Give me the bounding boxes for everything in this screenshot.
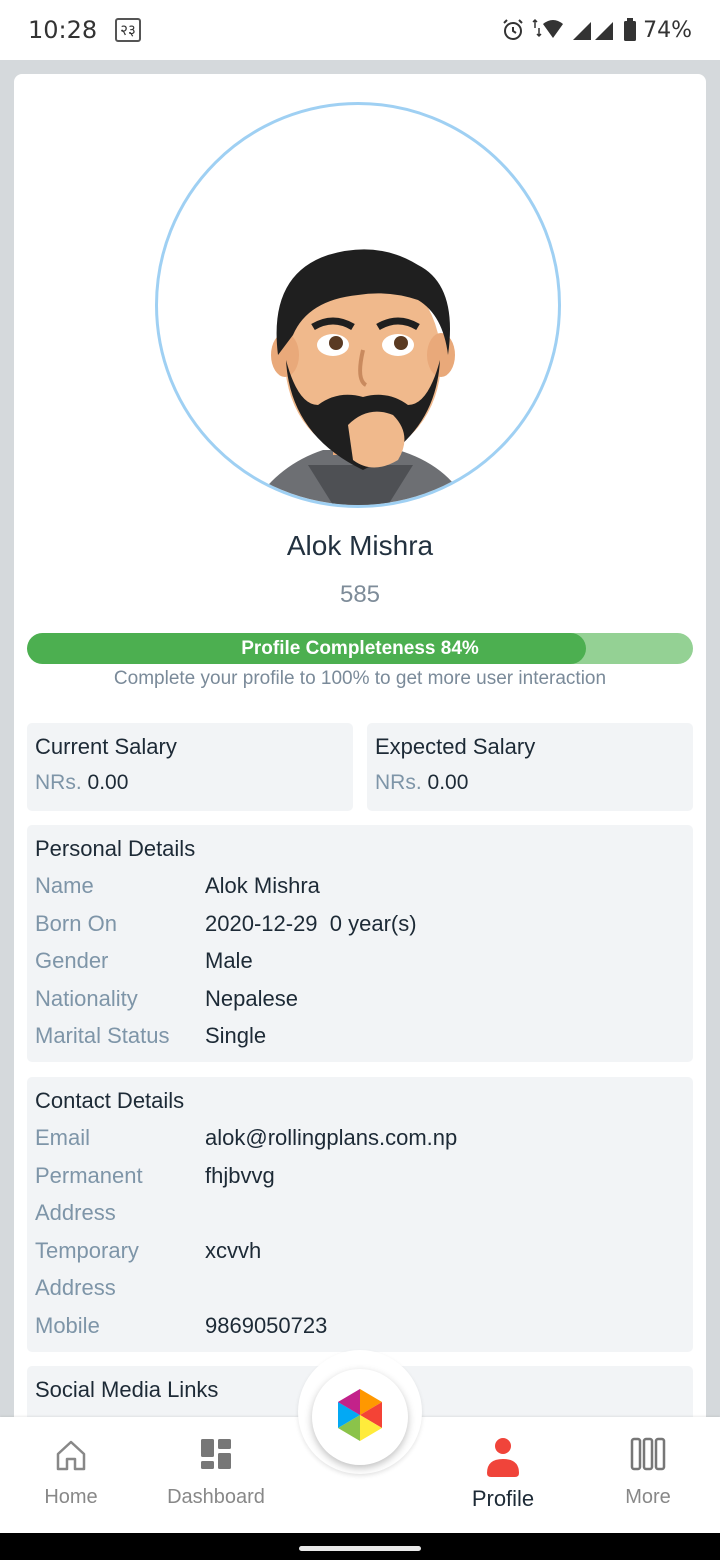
personal-row-gender: Gender Male — [35, 942, 685, 980]
profile-completeness-bar: Profile Completeness 84% — [27, 633, 693, 664]
nav-more[interactable]: More — [588, 1417, 708, 1533]
profile-completeness-hint: Complete your profile to 100% to get mor… — [113, 668, 607, 689]
contact-label-email: Email — [35, 1125, 91, 1150]
expected-salary-box[interactable]: Expected Salary NRs. 0.00 — [367, 723, 693, 811]
contact-label-permanent-line2: Address — [35, 1200, 116, 1225]
contact-label-temporary-line1: Temporary — [35, 1237, 139, 1263]
contact-row-email: Email alok@rollingplans.com.np — [35, 1119, 685, 1157]
status-bar: 10:28 २३ 74% — [0, 0, 720, 60]
personal-row-born: Born On 2020-12-29 0 year(s) — [35, 905, 685, 943]
contact-details-title: Contact Details — [35, 1088, 185, 1113]
profile-completeness-label: Profile Completeness 84% — [241, 638, 479, 659]
expected-salary-currency: NRs. — [375, 771, 422, 794]
current-salary-currency: NRs. — [35, 771, 82, 794]
personal-row-marital: Marital Status Single — [35, 1017, 685, 1055]
contact-row-mobile: Mobile 9869050723 — [35, 1307, 685, 1345]
personal-label-born: Born On — [35, 910, 117, 936]
system-navigation-bar — [0, 1533, 720, 1560]
personal-details-box[interactable]: Personal Details Name Alok Mishra Born O… — [27, 825, 693, 1062]
person-icon — [485, 1437, 521, 1482]
home-icon — [53, 1437, 89, 1478]
contact-label-permanent-line1: Permanent — [35, 1162, 143, 1188]
current-salary-value: NRs. 0.00 — [35, 771, 345, 795]
expected-salary-value: NRs. 0.00 — [375, 771, 685, 795]
personal-label-marital: Marital Status — [35, 1023, 170, 1048]
personal-value-nationality: Nepalese — [205, 985, 298, 1011]
contact-value-mobile[interactable]: 9869050723 — [205, 1307, 327, 1345]
personal-row-nationality: Nationality Nepalese — [35, 980, 685, 1018]
personal-row-name: Name Alok Mishra — [35, 867, 685, 905]
personal-label-name: Name — [35, 873, 94, 898]
status-time: 10:28 — [28, 16, 98, 44]
more-icon — [630, 1437, 666, 1476]
dashboard-icon — [199, 1437, 233, 1476]
expected-salary-amount: 0.00 — [427, 771, 469, 794]
profile-card: Alok Mishra 585 Profile Completeness 84%… — [14, 74, 706, 1474]
contact-row-permanent: Permanent Address fhjbvvg — [35, 1157, 685, 1232]
alarm-icon — [501, 18, 525, 42]
contact-details-box[interactable]: Contact Details Email alok@rollingplans.… — [27, 1077, 693, 1352]
personal-label-gender: Gender — [35, 948, 109, 973]
contact-value-temporary: xcvvh — [205, 1237, 262, 1263]
battery-level: 74% — [643, 17, 692, 43]
signal-icon — [571, 18, 617, 42]
avatar-illustration — [253, 249, 468, 505]
personal-value-name: Alok Mishra — [205, 873, 320, 898]
current-salary-box[interactable]: Current Salary NRs. 0.00 — [27, 723, 353, 811]
app-logo-icon — [330, 1385, 390, 1450]
nav-profile-label: Profile — [471, 1486, 535, 1511]
nav-dashboard-label: Dashboard — [167, 1486, 265, 1508]
nav-home-label: Home — [44, 1486, 98, 1508]
center-app-button[interactable] — [312, 1369, 408, 1465]
current-salary-amount: 0.00 — [87, 771, 129, 794]
avatar[interactable] — [155, 102, 561, 508]
status-left: 10:28 २३ — [28, 16, 141, 44]
personal-value-marital: Single — [205, 1023, 267, 1048]
personal-value-born: 2020-12-29 0 year(s) — [205, 910, 417, 936]
contact-label-permanent: Permanent Address — [35, 1157, 205, 1232]
contact-value-permanent: fhjbvvg — [205, 1162, 275, 1188]
personal-value-gender: Male — [205, 948, 253, 973]
expected-salary-title: Expected Salary — [375, 734, 536, 759]
personal-details-title: Personal Details — [35, 836, 196, 861]
profile-name: Alok Mishra — [286, 530, 434, 561]
current-salary-title: Current Salary — [35, 734, 177, 759]
home-gesture-handle[interactable] — [299, 1546, 421, 1551]
contact-row-temporary: Temporary Address xcvvh — [35, 1232, 685, 1307]
nav-profile[interactable]: Profile — [443, 1417, 563, 1533]
personal-label-nationality: Nationality — [35, 985, 138, 1011]
wifi-icon — [531, 18, 565, 42]
contact-label-temporary: Temporary Address — [35, 1232, 205, 1307]
status-right: 74% — [501, 18, 692, 43]
sim-indicator: २३ — [115, 18, 141, 42]
contact-value-email[interactable]: alok@rollingplans.com.np — [205, 1119, 457, 1157]
nav-more-label: More — [625, 1486, 671, 1508]
nav-dashboard[interactable]: Dashboard — [156, 1417, 276, 1533]
profile-score: 585 — [339, 581, 381, 608]
contact-label-mobile: Mobile — [35, 1312, 100, 1338]
nav-home[interactable]: Home — [11, 1417, 131, 1533]
battery-icon — [623, 18, 637, 42]
contact-label-temporary-line2: Address — [35, 1275, 116, 1300]
